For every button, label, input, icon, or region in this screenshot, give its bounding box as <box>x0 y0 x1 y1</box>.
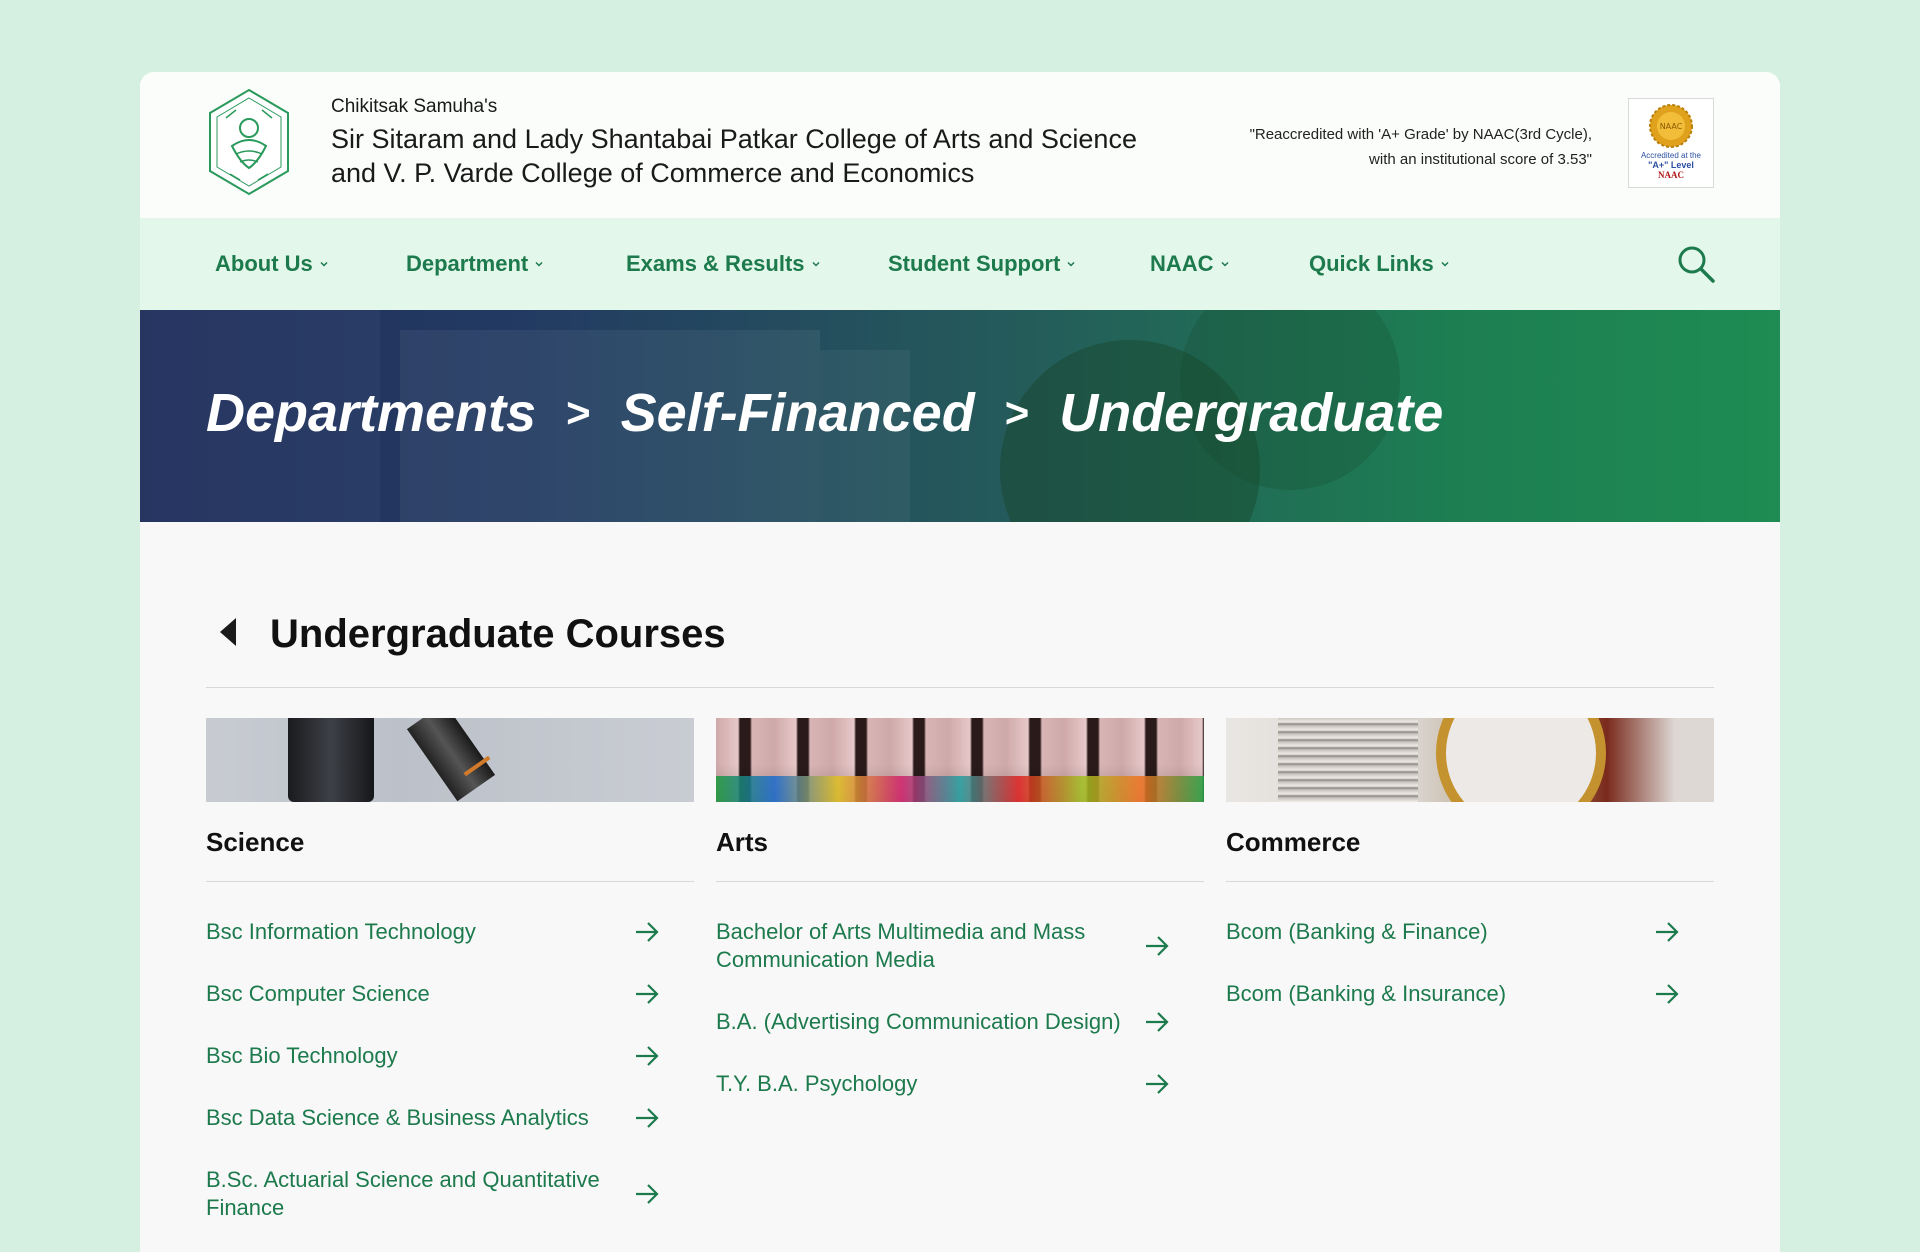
course-name: B.Sc. Actuarial Science and Quantitative… <box>206 1167 600 1220</box>
naac-badge: NAAC Accredited at the "A+" Level NAAC <box>1628 98 1714 188</box>
course-link[interactable]: B.A. (Advertising Communication Design) <box>716 1008 1204 1036</box>
hero-banner: Departments > Self-Financed > Undergradu… <box>140 310 1780 522</box>
arrow-right-icon <box>1146 936 1169 956</box>
course-name: B.A. (Advertising Communication Design) <box>716 1009 1121 1034</box>
course-link[interactable]: Bachelor of Arts Multimedia and Mass Com… <box>716 918 1204 974</box>
breadcrumb-separator: > <box>566 389 591 436</box>
main-nav: About Us Department Exams & Results Stud… <box>140 218 1780 310</box>
nav-item-label: Exams & Results <box>626 251 805 276</box>
nav-item-label: Department <box>406 251 529 276</box>
course-link[interactable]: Bcom (Banking & Insurance) <box>1226 980 1714 1008</box>
column-commerce: Commerce Bcom (Banking & Finance) Bcom (… <box>1226 718 1714 1008</box>
breadcrumb-undergraduate: Undergraduate <box>1059 383 1444 443</box>
nav-item-label: Quick Links <box>1309 251 1434 276</box>
science-image <box>206 718 694 802</box>
course-name: T.Y. B.A. Psychology <box>716 1071 918 1096</box>
chevron-down-icon <box>812 261 820 267</box>
column-title: Science <box>206 802 694 882</box>
course-link[interactable]: T.Y. B.A. Psychology <box>716 1070 1204 1098</box>
arrow-right-icon <box>1656 922 1679 942</box>
column-title: Arts <box>716 802 1204 882</box>
column-title: Commerce <box>1226 802 1714 882</box>
course-link[interactable]: Bcom (Banking & Finance) <box>1226 918 1714 946</box>
course-name: Bsc Information Technology <box>206 919 476 944</box>
page-frame: Chikitsak Samuha's Sir Sitaram and Lady … <box>140 72 1780 1252</box>
nav-item-label: NAAC <box>1150 251 1214 276</box>
nav-item-label: About Us <box>215 251 313 276</box>
coin-stack <box>1278 718 1418 802</box>
breadcrumb: Departments > Self-Financed > Undergradu… <box>206 382 1443 444</box>
section-header: Undergraduate Courses <box>206 612 1714 688</box>
breadcrumb-self-financed[interactable]: Self-Financed <box>621 382 975 444</box>
arrow-right-icon <box>636 984 659 1004</box>
course-name: Bachelor of Arts Multimedia and Mass Com… <box>716 919 1086 972</box>
arts-image <box>716 718 1204 802</box>
nav-item-student-support[interactable]: Student Support <box>888 218 1076 310</box>
arrow-right-icon <box>636 1108 659 1128</box>
course-name: Bsc Bio Technology <box>206 1043 398 1068</box>
course-link[interactable]: B.Sc. Actuarial Science and Quantitative… <box>206 1166 694 1222</box>
paint-colors <box>716 776 1204 802</box>
chevron-down-icon <box>535 261 543 267</box>
search-icon[interactable] <box>1676 244 1716 284</box>
chevron-down-icon <box>1221 261 1229 267</box>
nav-item-label: Student Support <box>888 251 1061 276</box>
naac-seal-text: NAAC <box>1660 122 1683 131</box>
microscope-lens <box>288 718 374 802</box>
course-name: Bcom (Banking & Finance) <box>1226 919 1488 944</box>
nav-item-exams-results[interactable]: Exams & Results <box>626 218 821 310</box>
chevron-down-icon <box>320 261 328 267</box>
college-name[interactable]: Sir Sitaram and Lady Shantabai Patkar Co… <box>331 122 1137 190</box>
naac-seal-icon: NAAC <box>1649 104 1693 148</box>
arrow-right-icon <box>636 1046 659 1066</box>
commerce-image <box>1226 718 1714 802</box>
arrow-right-icon <box>636 922 659 942</box>
course-link[interactable]: Bsc Information Technology <box>206 918 694 946</box>
caret-left-icon[interactable] <box>216 614 240 650</box>
badge-line1: Accredited at the <box>1640 151 1702 160</box>
college-crest-icon[interactable] <box>206 88 292 196</box>
column-arts: Arts Bachelor of Arts Multimedia and Mas… <box>716 718 1204 1098</box>
organization-prefix: Chikitsak Samuha's <box>331 96 498 117</box>
accreditation-text: "Reaccredited with 'A+ Grade' by NAAC(3r… <box>1250 122 1592 172</box>
clock <box>1436 718 1606 802</box>
nav-item-department[interactable]: Department <box>406 218 544 310</box>
chevron-down-icon <box>1441 261 1449 267</box>
college-name-line1: Sir Sitaram and Lady Shantabai Patkar Co… <box>331 124 1137 154</box>
badge-line3: NAAC <box>1658 170 1684 180</box>
accreditation-line1: "Reaccredited with 'A+ Grade' by NAAC(3r… <box>1249 126 1592 143</box>
college-name-line2: and V. P. Varde College of Commerce and … <box>331 158 975 188</box>
badge-line2: "A+" Level <box>1648 160 1694 170</box>
course-name: Bcom (Banking & Insurance) <box>1226 981 1507 1006</box>
course-name: Bsc Data Science & Business Analytics <box>206 1105 589 1130</box>
course-link[interactable]: Bsc Computer Science <box>206 980 694 1008</box>
course-link[interactable]: Bsc Bio Technology <box>206 1042 694 1070</box>
arrow-right-icon <box>1146 1012 1169 1032</box>
nav-item-naac[interactable]: NAAC <box>1150 218 1230 310</box>
arrow-right-icon <box>1656 984 1679 1004</box>
nav-item-quick-links[interactable]: Quick Links <box>1309 218 1450 310</box>
section-title: Undergraduate Courses <box>270 612 726 656</box>
breadcrumb-departments[interactable]: Departments <box>206 382 536 444</box>
accreditation-line2: with an institutional score of 3.53" <box>1369 151 1592 168</box>
breadcrumb-separator: > <box>1004 389 1030 436</box>
arrow-right-icon <box>1146 1074 1169 1094</box>
course-link[interactable]: Bsc Data Science & Business Analytics <box>206 1104 694 1132</box>
chevron-down-icon <box>1067 261 1075 267</box>
site-header: Chikitsak Samuha's Sir Sitaram and Lady … <box>140 72 1780 218</box>
arrow-right-icon <box>636 1184 659 1204</box>
column-science: Science Bsc Information Technology Bsc C… <box>206 718 694 1222</box>
nav-item-about-us[interactable]: About Us <box>215 218 329 310</box>
course-name: Bsc Computer Science <box>206 981 430 1006</box>
